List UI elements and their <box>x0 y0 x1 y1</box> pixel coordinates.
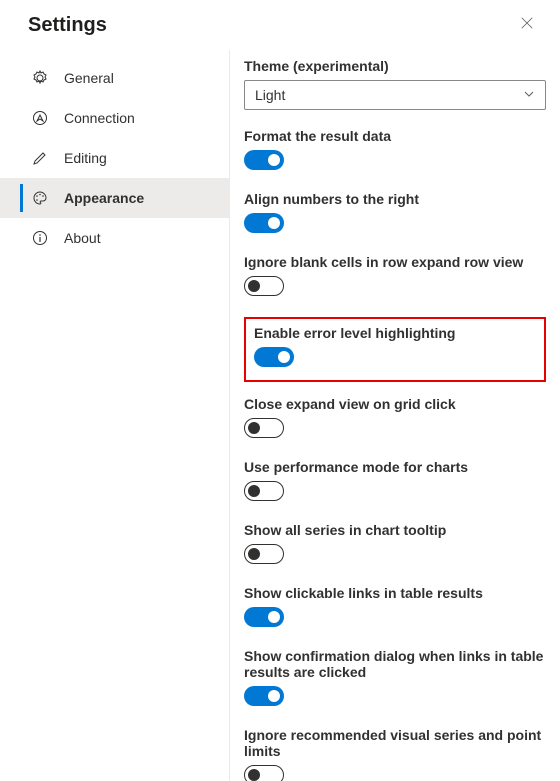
sidebar-item-general[interactable]: General <box>0 58 229 98</box>
toggle-label: Close expand view on grid click <box>244 396 546 412</box>
gear-icon <box>32 70 48 86</box>
toggle-performance-mode-charts[interactable] <box>244 481 284 501</box>
info-icon <box>32 230 48 246</box>
toggle-field-ignore-blank-cells: Ignore blank cells in row expand row vie… <box>244 254 546 299</box>
toggle-label: Align numbers to the right <box>244 191 546 207</box>
pencil-icon <box>32 150 48 166</box>
toggle-show-all-series-tooltip[interactable] <box>244 544 284 564</box>
palette-icon <box>32 190 48 206</box>
settings-sidebar: General Connection Editing Appearance Ab <box>0 50 230 781</box>
sidebar-item-editing[interactable]: Editing <box>0 138 229 178</box>
theme-field: Theme (experimental) Light <box>244 58 546 110</box>
sidebar-item-about[interactable]: About <box>0 218 229 258</box>
sidebar-item-appearance[interactable]: Appearance <box>0 178 229 218</box>
theme-label: Theme (experimental) <box>244 58 546 74</box>
toggle-label: Ignore blank cells in row expand row vie… <box>244 254 546 270</box>
toggle-field-align-numbers-right: Align numbers to the right <box>244 191 546 236</box>
sidebar-item-connection[interactable]: Connection <box>0 98 229 138</box>
theme-select[interactable]: Light <box>244 80 546 110</box>
sidebar-item-label: About <box>64 230 101 246</box>
sidebar-item-label: Connection <box>64 110 135 126</box>
toggle-field-confirm-links: Show confirmation dialog when links in t… <box>244 648 546 709</box>
toggle-label: Show all series in chart tooltip <box>244 522 546 538</box>
close-icon <box>520 17 534 34</box>
toggle-field-clickable-links: Show clickable links in table results <box>244 585 546 630</box>
toggle-error-level-highlighting[interactable] <box>254 347 294 367</box>
settings-content: Theme (experimental) Light Format the re… <box>230 50 560 781</box>
toggle-label: Use performance mode for charts <box>244 459 546 475</box>
close-button[interactable] <box>514 10 540 40</box>
page-title: Settings <box>28 14 107 37</box>
toggle-field-show-all-series-tooltip: Show all series in chart tooltip <box>244 522 546 567</box>
sidebar-item-label: General <box>64 70 114 86</box>
toggle-ignore-series-limits[interactable] <box>244 765 284 781</box>
toggle-label: Enable error level highlighting <box>254 325 536 341</box>
toggle-clickable-links[interactable] <box>244 607 284 627</box>
theme-select-value: Light <box>255 87 285 103</box>
toggle-field-error-level-highlighting: Enable error level highlighting <box>254 325 536 370</box>
sidebar-item-label: Appearance <box>64 190 144 206</box>
chevron-down-icon <box>523 87 535 103</box>
toggle-field-format-result-data: Format the result data <box>244 128 546 173</box>
toggle-field-performance-mode-charts: Use performance mode for charts <box>244 459 546 504</box>
toggle-label: Ignore recommended visual series and poi… <box>244 727 546 759</box>
sidebar-item-label: Editing <box>64 150 107 166</box>
toggle-field-close-expand-view: Close expand view on grid click <box>244 396 546 441</box>
toggle-confirm-links[interactable] <box>244 686 284 706</box>
highlight-box: Enable error level highlighting <box>244 317 546 382</box>
toggle-label: Format the result data <box>244 128 546 144</box>
compass-icon <box>32 110 48 126</box>
toggle-format-result-data[interactable] <box>244 150 284 170</box>
toggle-label: Show clickable links in table results <box>244 585 546 601</box>
toggle-ignore-blank-cells[interactable] <box>244 276 284 296</box>
toggle-field-ignore-series-limits: Ignore recommended visual series and poi… <box>244 727 546 781</box>
toggle-align-numbers-right[interactable] <box>244 213 284 233</box>
toggle-close-expand-view[interactable] <box>244 418 284 438</box>
toggle-label: Show confirmation dialog when links in t… <box>244 648 546 680</box>
